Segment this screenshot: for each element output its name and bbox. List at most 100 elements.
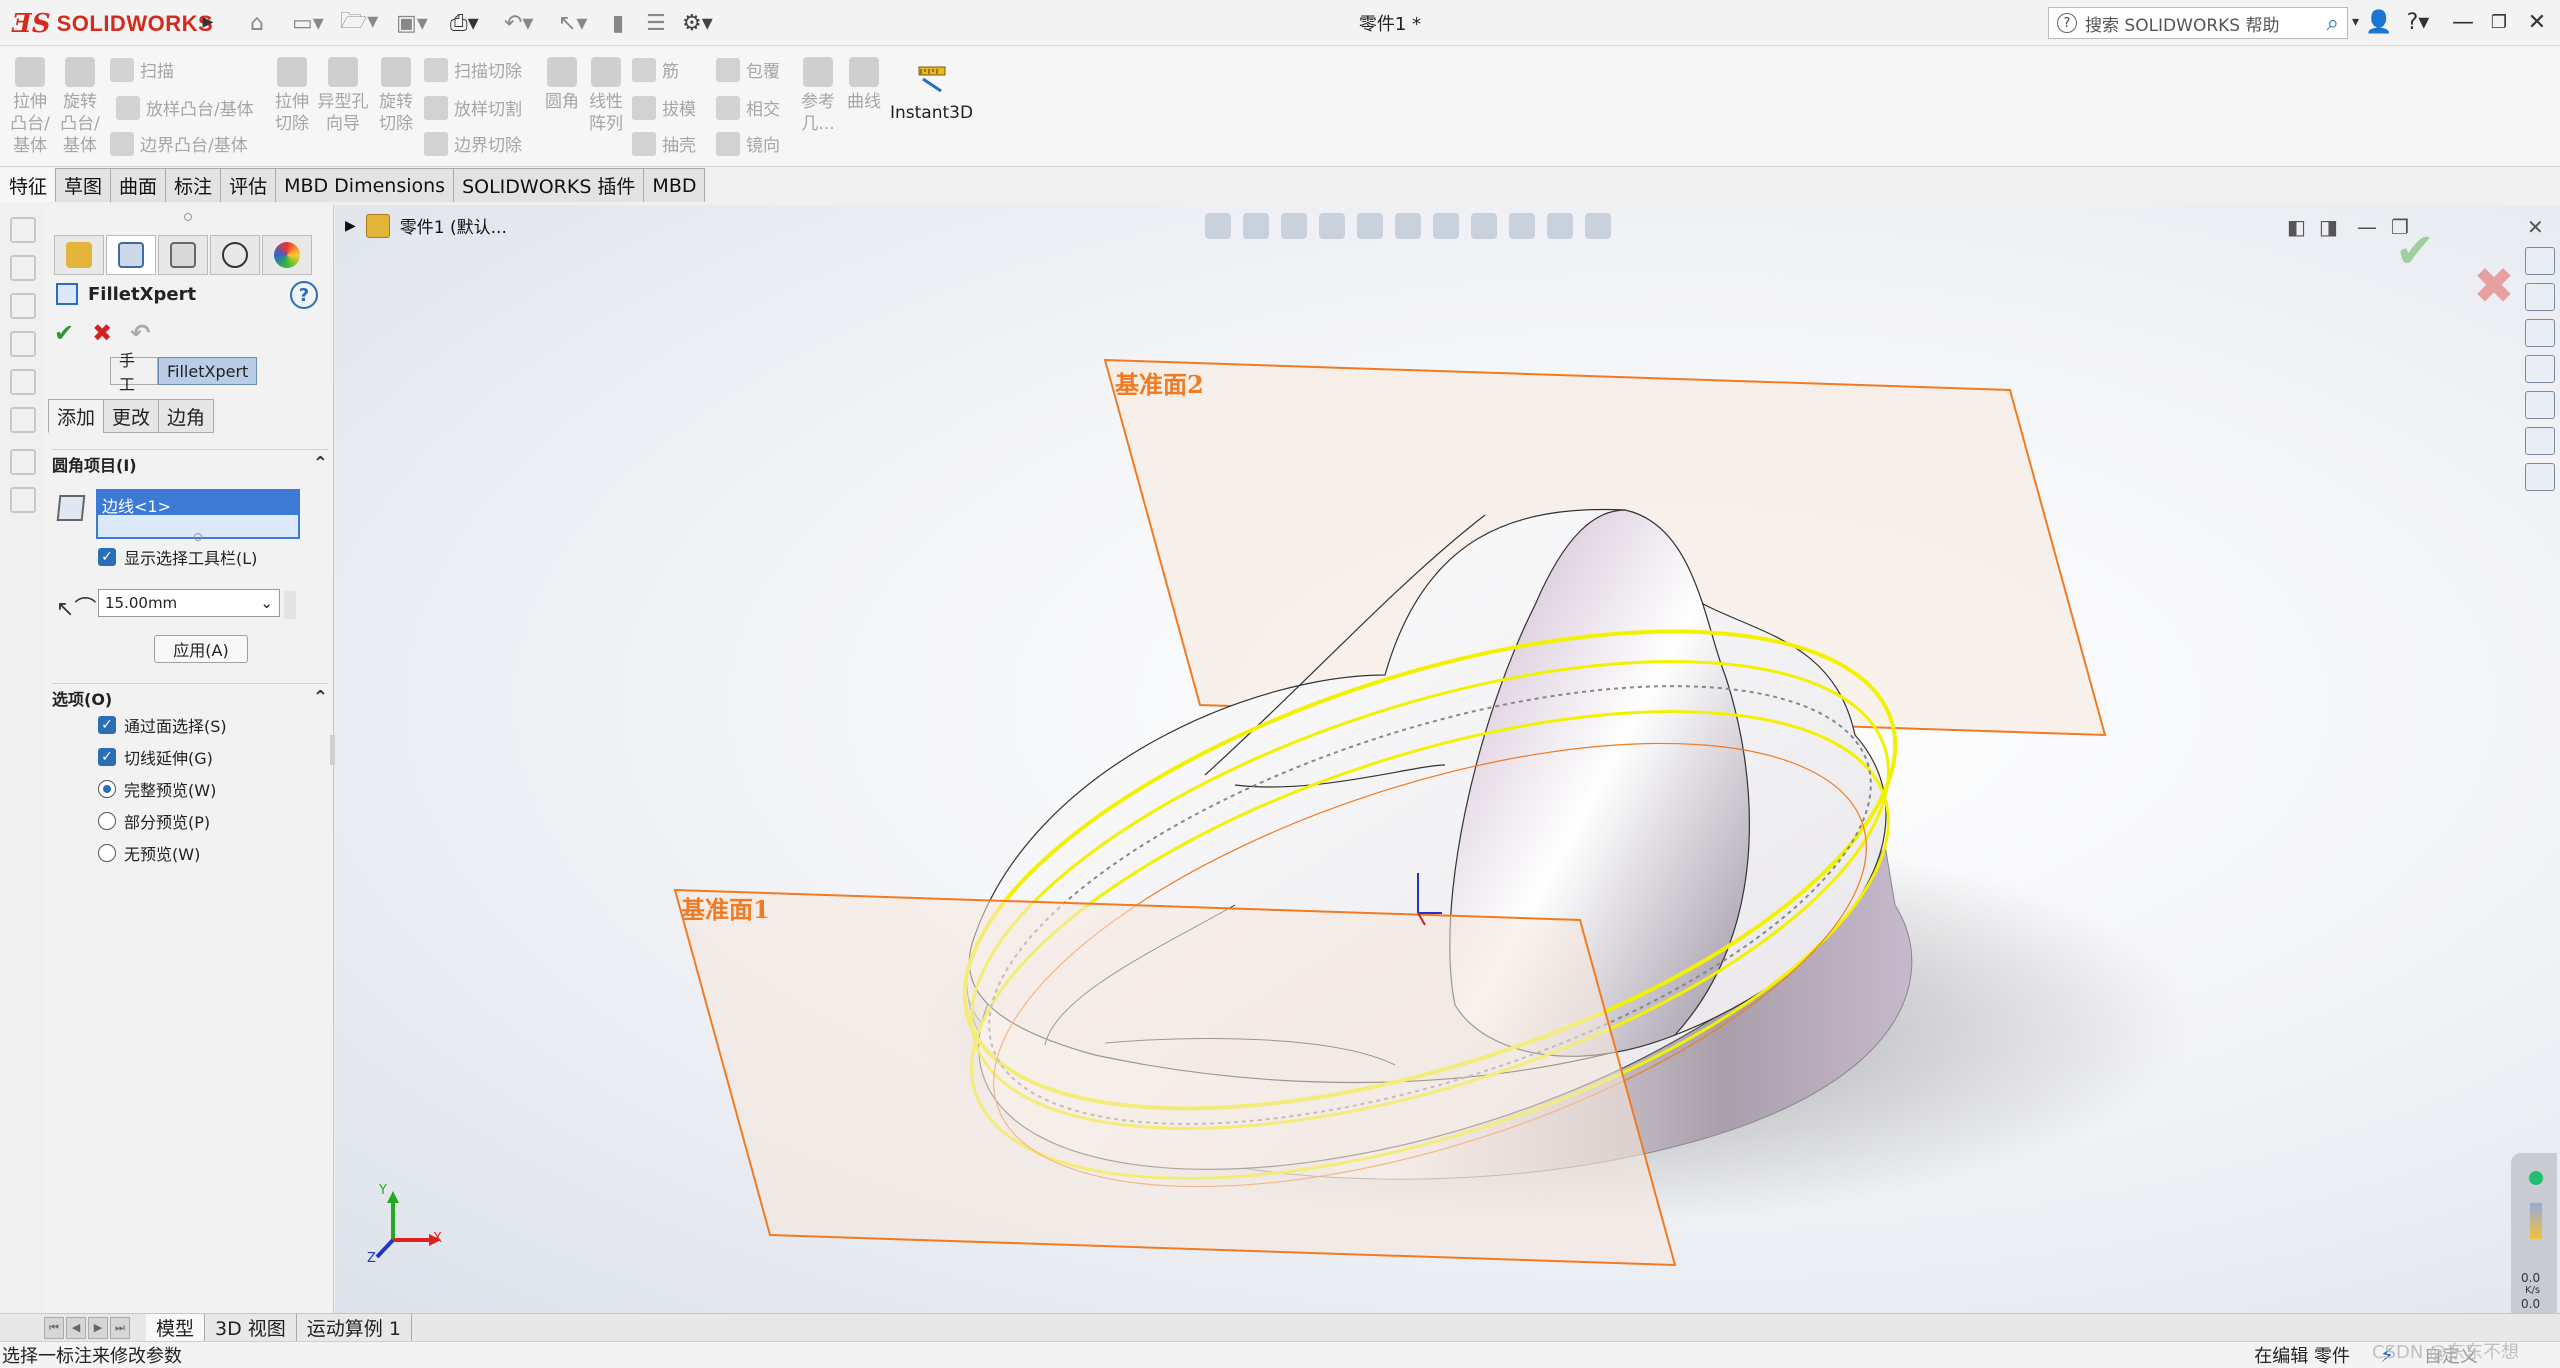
tab-change[interactable]: 更改 — [103, 399, 160, 433]
rebuild-icon[interactable]: ▮ — [612, 8, 624, 38]
tab-motion-study-1[interactable]: 运动算例 1 — [297, 1313, 412, 1342]
restore-icon[interactable]: ❐ — [2484, 6, 2514, 38]
search-icon[interactable]: ⌕ — [2327, 11, 2339, 36]
apply-button[interactable]: 应用(A) — [154, 635, 248, 663]
loft-boss-button[interactable]: 放样凸台/基体 — [116, 95, 254, 120]
hole-wizard-button[interactable]: 异型孔 向导 — [318, 57, 369, 135]
last-tab-icon[interactable]: ⏭ — [110, 1316, 130, 1339]
filletxpert-mode-button[interactable]: FilletXpert — [158, 357, 258, 385]
fillet-items-section-header[interactable]: 圆角项目(I) ⌃ — [52, 449, 328, 475]
revolve-cut-button[interactable]: 旋转 切除 — [376, 57, 416, 135]
sweep-cut-button[interactable]: 扫描切除 — [424, 57, 522, 82]
cancel-x-icon[interactable]: ✖ — [92, 319, 112, 347]
extrude-boss-button[interactable]: 拉伸 凸台/ 基体 — [10, 57, 50, 157]
list-resize-handle[interactable] — [194, 533, 202, 541]
plane-1-label[interactable]: 基准面1 — [681, 890, 770, 925]
balloon-icon[interactable] — [10, 255, 36, 281]
help-menu-icon[interactable]: ?▾ — [2400, 6, 2436, 38]
revolve-boss-button[interactable]: 旋转 凸台/ 基体 — [60, 57, 100, 157]
mirror-button[interactable]: 镜向 — [716, 131, 780, 156]
instant3d-button[interactable]: Instant3D — [890, 61, 973, 123]
options-section-header[interactable]: 选项(O) ⌃ — [52, 683, 328, 709]
tab-solidworks-addins[interactable]: SOLIDWORKS 插件 — [453, 168, 645, 202]
boundary-cut-button[interactable]: 边界切除 — [424, 131, 522, 156]
tangent-propagation-checkbox[interactable]: ✓ 切线延伸(G) — [98, 745, 213, 769]
plane-1[interactable] — [673, 888, 1677, 1267]
wrap-button[interactable]: 包覆 — [716, 57, 780, 82]
no-preview-radio[interactable]: 无预览(W) — [98, 841, 200, 865]
help-button[interactable]: ? — [290, 281, 318, 309]
sweep-button[interactable]: 扫描 — [110, 57, 174, 82]
undo-icon[interactable]: ↶▾ — [504, 8, 533, 38]
tab-add[interactable]: 添加 — [48, 399, 105, 433]
model-view-3d[interactable] — [335, 205, 2560, 1313]
open-icon[interactable]: 🗁▾ — [340, 8, 378, 38]
linear-pattern-button[interactable]: 线性 阵列 — [588, 57, 624, 135]
file-properties-icon[interactable]: ☰ — [646, 8, 666, 38]
property-manager-tab[interactable] — [106, 235, 156, 275]
dimxpert-manager-tab[interactable] — [210, 235, 260, 275]
next-tab-icon[interactable]: ▶ — [88, 1316, 108, 1339]
undo-icon[interactable]: ↶ — [130, 319, 150, 347]
feature-manager-tab[interactable] — [54, 235, 104, 275]
reference-geometry-button[interactable]: 参考 几... — [800, 57, 836, 135]
tab-evaluate[interactable]: 评估 — [220, 168, 277, 202]
rib-button[interactable]: 筋 — [632, 57, 679, 82]
home-icon[interactable]: ⌂ — [250, 8, 264, 38]
surface-finish-icon[interactable] — [10, 293, 36, 319]
solidworks-logo[interactable]: ƎS SOLIDWORKS — [12, 8, 213, 40]
display-manager-tab[interactable] — [262, 235, 312, 275]
manual-mode-button[interactable]: 手工 — [110, 351, 158, 394]
partial-preview-radio[interactable]: 部分预览(P) — [98, 809, 210, 833]
first-tab-icon[interactable]: ⏮ — [44, 1316, 64, 1339]
shell-button[interactable]: 抽壳 — [632, 131, 696, 156]
loft-cut-button[interactable]: 放样切割 — [424, 95, 522, 120]
user-icon[interactable]: 👤 — [2364, 6, 2394, 38]
weld-symbol-icon[interactable] — [10, 331, 36, 357]
minimize-icon[interactable]: — — [2448, 6, 2478, 38]
radius-spinner[interactable] — [284, 591, 296, 619]
collapse-chevron-icon[interactable]: ⌃ — [313, 687, 328, 708]
draft-button[interactable]: 拔模 — [632, 95, 696, 120]
help-search-box[interactable]: ? 搜索 SOLIDWORKS 帮助 ⌕ — [2048, 7, 2348, 39]
cosmetic-thread-icon[interactable] — [10, 487, 36, 513]
graphics-area[interactable]: ▶ 零件1 (默认... ◧ ◨ — ❐ ✕ ✔ ✖ 基准面2 基准面1 Y X… — [335, 205, 2560, 1313]
radius-input[interactable]: 15.00mm ⌄ — [98, 589, 280, 617]
configuration-manager-tab[interactable] — [158, 235, 208, 275]
select-through-faces-checkbox[interactable]: ✓ 通过面选择(S) — [98, 713, 227, 737]
new-document-icon[interactable]: ▭▾ — [292, 8, 324, 38]
tab-mbd-dimensions[interactable]: MBD Dimensions — [275, 168, 455, 202]
close-window-icon[interactable]: ✕ — [2522, 6, 2552, 38]
datum-feature-icon[interactable] — [10, 407, 36, 433]
tab-corner[interactable]: 边角 — [158, 399, 215, 433]
plane-2-label[interactable]: 基准面2 — [1115, 365, 1204, 400]
datum-target-icon[interactable] — [10, 449, 36, 475]
menu-expand-arrow-icon[interactable]: ▶ — [200, 10, 216, 34]
boundary-boss-button[interactable]: 边界凸台/基体 — [110, 131, 248, 156]
radius-dropdown-icon[interactable]: ⌄ — [260, 594, 273, 612]
search-dropdown-icon[interactable]: ▾ — [2352, 6, 2359, 38]
options-gear-icon[interactable]: ⚙▾ — [682, 8, 713, 38]
tab-features[interactable]: 特征 — [0, 168, 57, 202]
tab-model[interactable]: 模型 — [146, 1313, 206, 1342]
print-icon[interactable]: ⎙▾ — [450, 8, 479, 38]
collapse-chevron-icon[interactable]: ⌃ — [313, 453, 328, 474]
tab-surfaces[interactable]: 曲面 — [110, 168, 167, 202]
tab-mbd[interactable]: MBD — [643, 168, 706, 202]
tab-3d-views[interactable]: 3D 视图 — [205, 1313, 297, 1342]
ok-check-icon[interactable]: ✔ — [54, 319, 74, 347]
curves-button[interactable]: 曲线 — [846, 57, 882, 113]
show-selection-toolbar-checkbox[interactable]: ✓ 显示选择工具栏(L) — [98, 545, 257, 569]
select-icon[interactable]: ↖▾ — [558, 8, 587, 38]
save-icon[interactable]: ▣▾ — [396, 8, 428, 38]
fillet-button[interactable]: 圆角 — [544, 57, 580, 113]
tab-markup[interactable]: 标注 — [165, 168, 222, 202]
extrude-cut-button[interactable]: 拉伸 切除 — [272, 57, 312, 135]
selected-items-list[interactable]: 边线<1> — [96, 489, 300, 539]
prev-tab-icon[interactable]: ◀ — [66, 1316, 86, 1339]
intersect-button[interactable]: 相交 — [716, 95, 780, 120]
selected-edge-item[interactable]: 边线<1> — [98, 491, 298, 516]
panel-splitter-handle[interactable] — [184, 213, 192, 221]
full-preview-radio[interactable]: 完整预览(W) — [98, 777, 216, 801]
geometric-tolerance-icon[interactable] — [10, 369, 36, 395]
